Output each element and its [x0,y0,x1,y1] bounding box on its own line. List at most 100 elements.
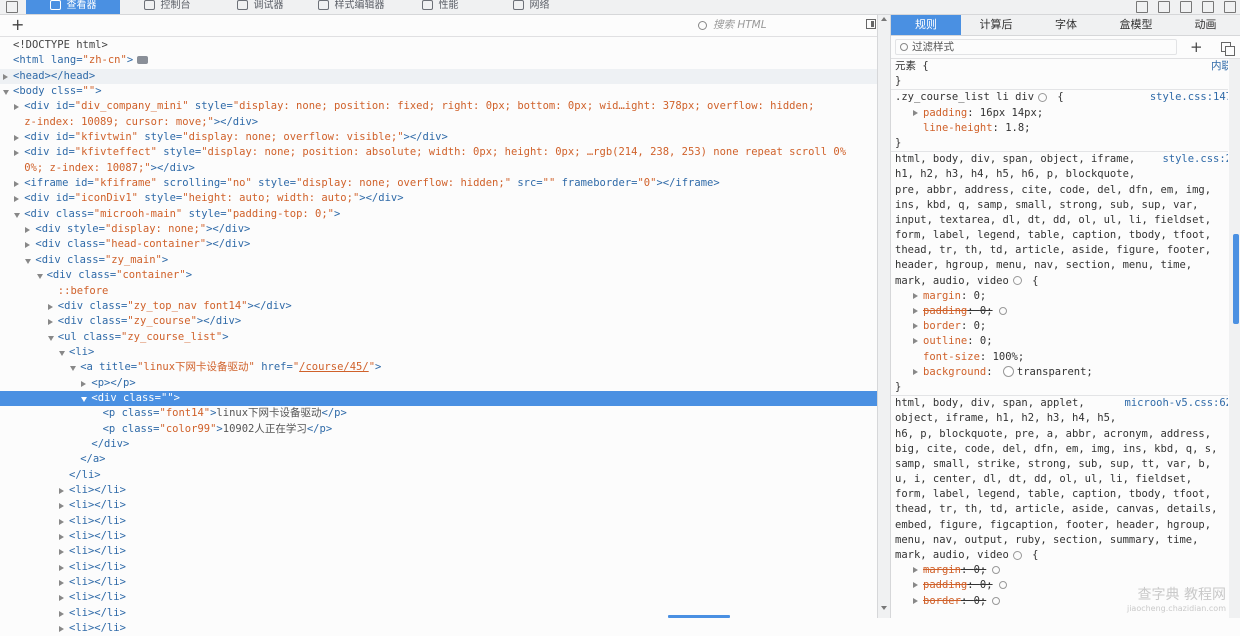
collapse-twisty-icon[interactable] [47,335,54,341]
tab-rules[interactable]: 规则 [891,15,961,35]
tab-computed[interactable]: 计算后 [961,15,1031,35]
css-property-value[interactable]: 100%; [993,351,1025,363]
event-badge-icon[interactable] [137,56,149,65]
copy-icon[interactable] [1221,42,1235,56]
options-icon[interactable] [1224,1,1236,13]
vertical-scrollbar[interactable] [1229,59,1240,618]
settings-gear-icon[interactable] [1202,1,1214,13]
expand-twisty-icon[interactable] [59,518,64,525]
css-declaration[interactable]: background: transparent; [891,365,1228,380]
expand-twisty-icon[interactable] [59,487,64,494]
tab-fonts[interactable]: 字体 [1031,15,1101,35]
markup-node-row[interactable]: <div id="iconDiv1" style="height: auto; … [0,191,877,206]
highlight-selector-icon[interactable] [1012,550,1022,560]
markup-node-row[interactable]: <li></li> [0,544,877,559]
split-console-icon[interactable] [1158,1,1170,13]
rule-source-link[interactable]: 内联 [1207,59,1228,75]
css-declaration[interactable]: padding: 0; [891,304,1228,319]
collapse-twisty-icon[interactable] [36,274,43,280]
css-property-value[interactable]: 1.8; [1005,122,1030,134]
css-property-name[interactable]: padding [923,579,967,591]
tab-performance[interactable]: 性能 [396,0,484,14]
expand-twisty-icon[interactable] [59,534,64,540]
markup-node-row[interactable]: </div> [0,437,877,452]
expand-twisty-icon[interactable] [59,564,64,571]
css-property-value[interactable]: transparent; [1017,366,1093,378]
markup-tree[interactable]: <!DOCTYPE html> <html lang="zh-cn"> <head>… [0,38,877,636]
markup-node-row[interactable]: <div style="display: none;"></div> [0,222,877,237]
markup-node-row[interactable]: <!DOCTYPE html> [0,38,877,53]
expand-twisty-icon[interactable] [913,292,918,299]
markup-node-row[interactable]: <li></li> [0,483,877,498]
markup-node-row[interactable]: <div class="head-container"></div> [0,237,877,252]
expand-twisty-icon[interactable] [14,150,20,157]
color-swatch-icon[interactable] [1002,366,1014,378]
tab-box-model[interactable]: 盒模型 [1101,15,1171,35]
css-declaration[interactable]: font-size: 100%; [891,350,1228,365]
markup-node-row[interactable]: <p class="font14">linux下网卡设备驱动</p> [0,406,877,421]
collapse-twisty-icon[interactable] [14,212,21,218]
tab-debugger[interactable]: 调试器 [214,0,306,14]
markup-node-row[interactable]: <ul class="zy_course_list"> [0,330,877,345]
highlight-selector-icon[interactable] [1012,276,1022,286]
markup-node-row[interactable]: <li></li> [0,498,877,513]
markup-node-row[interactable]: <li></li> [0,621,877,636]
collapse-twisty-icon[interactable] [81,396,88,402]
rule-source-link[interactable]: style.css:147 [1145,90,1228,106]
markup-node-row[interactable]: <iframe id="kfiframe" scrolling="no" sty… [0,176,877,191]
markup-node-row[interactable]: z-index: 10089; cursor: move;"></div> [0,115,877,130]
expand-twisty-icon[interactable] [47,303,53,310]
css-declaration[interactable]: margin: 0; [891,289,1228,304]
search-html-input[interactable]: 搜索 HTML [698,16,850,34]
expand-twisty-icon[interactable] [913,109,918,116]
css-property-value[interactable]: 0; [974,564,987,576]
scrollbar-thumb[interactable] [1233,234,1239,324]
markup-node-row[interactable]: <div class="zy_course"></div> [0,314,877,329]
collapse-twisty-icon[interactable] [70,366,77,372]
css-property-name[interactable]: padding [923,107,967,119]
toggle-sidebar-icon[interactable] [866,19,876,29]
filter-styles-input[interactable]: 过滤样式 [895,39,1177,55]
pick-element-icon[interactable] [6,1,18,13]
markup-node-row[interactable]: <div id="kfivteffect" style="display: no… [0,145,877,160]
collapse-twisty-icon[interactable] [3,90,9,96]
markup-node-row[interactable]: <div class="zy_main"> [0,253,877,268]
css-property-name[interactable]: margin [923,290,961,302]
css-property-name[interactable]: font-size [923,351,980,363]
markup-node-row[interactable]: </a> [0,452,877,467]
add-node-button[interactable]: + [11,16,24,34]
markup-node-row[interactable]: <div id="kfivtwin" style="display: none;… [0,130,877,145]
expand-twisty-icon[interactable] [59,580,64,587]
expand-twisty-icon[interactable] [25,227,31,234]
add-rule-button[interactable]: + [1190,38,1203,56]
markup-node-row[interactable]: <li> [0,345,877,360]
markup-node-row[interactable]: 0%; z-index: 10087;"></div> [0,161,877,176]
markup-node-row[interactable]: <div class="microoh-main" style="padding… [0,207,877,222]
expand-twisty-icon[interactable] [25,242,31,249]
panel-splitter[interactable] [877,15,891,618]
expand-twisty-icon[interactable] [59,595,64,602]
markup-node-row[interactable]: <a title="linux下网卡设备驱动" href="/course/45… [0,360,877,375]
css-property-value[interactable]: 0; [974,290,987,302]
css-property-name[interactable]: outline [923,335,967,347]
css-property-value[interactable]: 0; [974,595,987,607]
tab-animations[interactable]: 动画 [1171,15,1240,35]
dock-icon[interactable] [1136,1,1148,13]
expand-twisty-icon[interactable] [59,549,64,556]
css-declaration[interactable]: line-height: 1.8; [891,121,1228,136]
scroll-down-icon[interactable] [881,606,887,610]
expand-twisty-icon[interactable] [59,503,64,510]
tab-inspector[interactable]: 查看器 [26,0,120,14]
tab-network[interactable]: 网络 [486,0,576,14]
rule-source-link[interactable]: style.css:2 [1158,152,1228,168]
scroll-up-icon[interactable] [881,17,887,21]
css-property-name[interactable]: margin [923,564,961,576]
find-rule-icon[interactable] [998,581,1007,590]
markup-node-row[interactable]: <head></head> [0,68,877,85]
markup-node-row[interactable]: <li></li> [0,590,877,605]
css-property-value[interactable]: 0; [980,579,993,591]
expand-twisty-icon[interactable] [14,135,20,142]
expand-twisty-icon[interactable] [14,181,20,188]
css-property-name[interactable]: padding [923,305,967,317]
find-rule-icon[interactable] [998,307,1007,315]
